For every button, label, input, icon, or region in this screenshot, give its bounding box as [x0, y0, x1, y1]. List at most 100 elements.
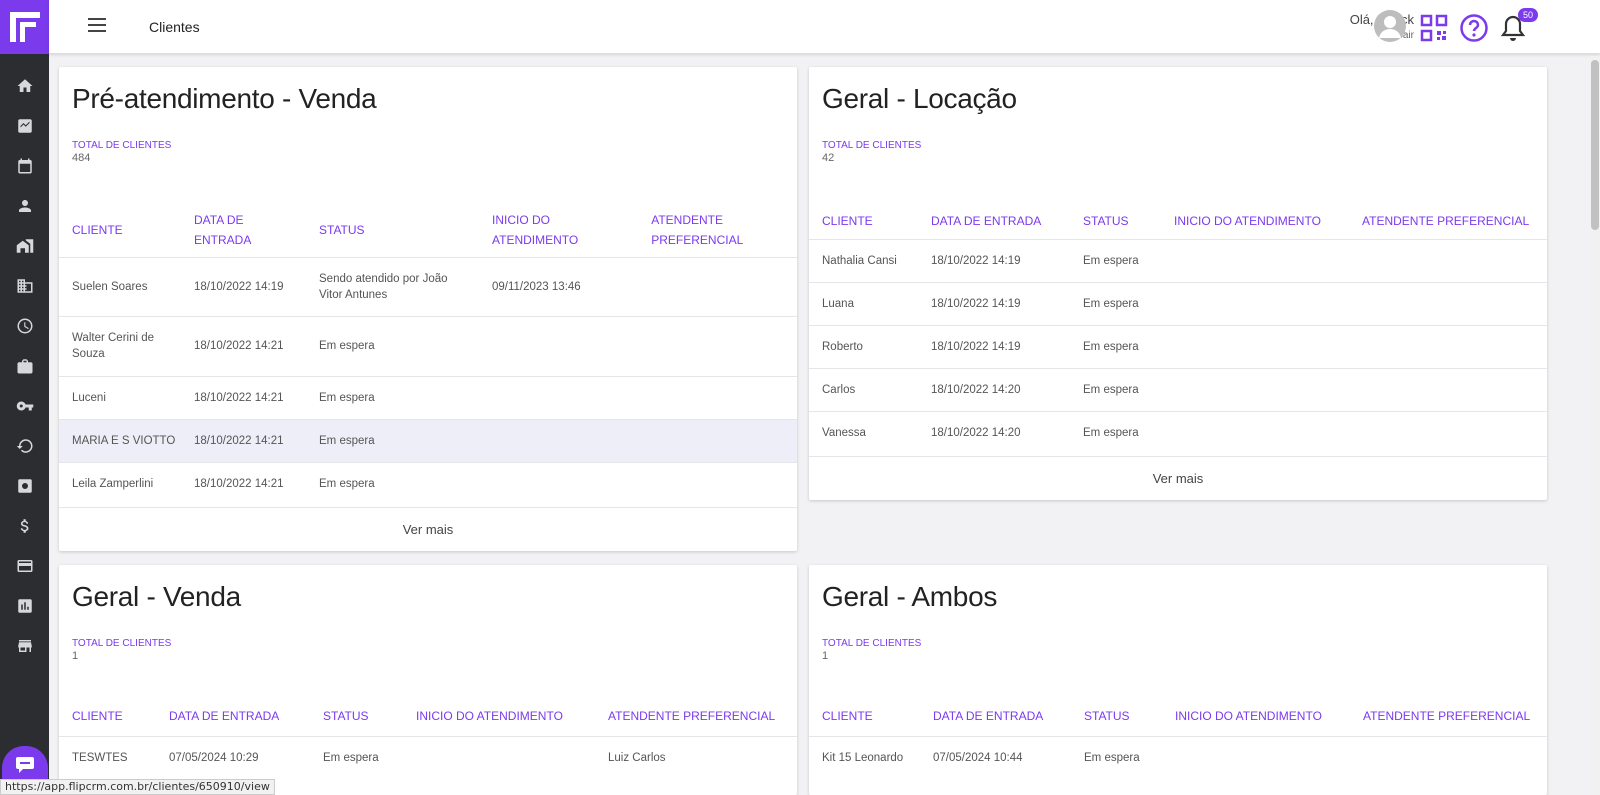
- col-atendente[interactable]: ATENDENTE PREFERENCIAL: [595, 696, 797, 736]
- cell-status: Sendo atendido por João Vitor Antunes: [306, 256, 479, 316]
- col-data-entrada[interactable]: DATA DE ENTRADA: [920, 696, 1071, 736]
- nav-store[interactable]: [0, 626, 49, 666]
- nav-dashboard[interactable]: [0, 106, 49, 146]
- col-data-entrada[interactable]: DATA DE ENTRADA: [181, 204, 306, 257]
- nav-calendar[interactable]: [0, 146, 49, 186]
- card-title: Pré-atendimento - Venda: [72, 83, 377, 114]
- user-avatar-icon: [1379, 16, 1401, 38]
- total-label: TOTAL DE CLIENTES: [822, 638, 922, 649]
- cell-status: Em espera: [306, 418, 479, 462]
- history-icon: [16, 439, 33, 453]
- nav-clients[interactable]: [0, 186, 49, 226]
- table-row[interactable]: TESWTES 07/05/2024 10:29 Em espera Luiz …: [59, 735, 797, 779]
- table-row[interactable]: Vanessa 18/10/2022 14:20 Em espera: [809, 410, 1547, 455]
- col-cliente[interactable]: CLIENTE: [59, 696, 156, 736]
- cell-atendente: [1349, 238, 1547, 282]
- table-row[interactable]: MARIA E S VIOTTO 18/10/2022 14:21 Em esp…: [59, 418, 797, 462]
- notification-count-badge: 50: [1518, 8, 1539, 22]
- cell-data: 18/10/2022 14:19: [918, 324, 1070, 368]
- cell-cliente: Leila Zamperlini: [59, 461, 181, 506]
- nav-business[interactable]: [0, 346, 49, 386]
- cell-atendente: [638, 375, 797, 419]
- table-row[interactable]: Carlos 18/10/2022 14:20 Em espera: [809, 367, 1547, 411]
- cell-status: Em espera: [1070, 324, 1161, 368]
- ver-mais-button[interactable]: Ver mais: [809, 456, 1547, 500]
- table-row[interactable]: Luana 18/10/2022 14:19 Em espera: [809, 281, 1547, 325]
- nav-properties[interactable]: [0, 226, 49, 266]
- cell-inicio: [1162, 735, 1350, 779]
- building-icon: [17, 279, 32, 293]
- cell-cliente: TESWTES: [59, 735, 156, 779]
- help-button[interactable]: [1459, 13, 1489, 43]
- nav-payments[interactable]: [0, 546, 49, 586]
- col-inicio[interactable]: INICIO DO ATENDIMENTO: [1162, 696, 1350, 736]
- table-row[interactable]: Walter Cerini de Souza 18/10/2022 14:21 …: [59, 315, 797, 376]
- col-status[interactable]: STATUS: [306, 204, 479, 257]
- cell-inicio: 09/11/2023 13:46: [479, 256, 639, 316]
- cell-inicio: [1161, 324, 1349, 368]
- col-data-entrada[interactable]: DATA DE ENTRADA: [156, 696, 310, 736]
- table-row[interactable]: Luceni 18/10/2022 14:21 Em espera: [59, 375, 797, 419]
- cell-data: 18/10/2022 14:21: [181, 418, 306, 462]
- col-status[interactable]: STATUS: [310, 696, 403, 736]
- person-icon: [18, 200, 31, 212]
- menu-toggle-button[interactable]: [88, 18, 106, 34]
- table-row[interactable]: Suelen Soares 18/10/2022 14:19 Sendo ate…: [59, 256, 797, 316]
- queue-card-geral-ambos: Geral - Ambos TOTAL DE CLIENTES 1 CLIENT…: [809, 565, 1547, 795]
- qr-code-button[interactable]: [1420, 14, 1448, 42]
- card-title: Geral - Venda: [72, 581, 241, 612]
- cell-cliente: Luceni: [59, 375, 181, 419]
- nav-reports[interactable]: [0, 586, 49, 626]
- col-atendente[interactable]: ATENDENTE PREFERENCIAL: [638, 204, 797, 257]
- cell-data: 18/10/2022 14:19: [918, 238, 1070, 282]
- hamburger-line: [88, 24, 106, 26]
- cell-atendente: Luiz Carlos: [595, 735, 797, 779]
- nav-buildings[interactable]: [0, 266, 49, 306]
- total-value: 484: [72, 152, 91, 164]
- col-status[interactable]: STATUS: [1070, 204, 1161, 239]
- col-atendente[interactable]: ATENDENTE PREFERENCIAL: [1350, 696, 1547, 736]
- nav-finance[interactable]: [0, 506, 49, 546]
- col-cliente[interactable]: CLIENTE: [809, 204, 918, 239]
- clients-table: CLIENTE DATA DE ENTRADA STATUS INICIO DO…: [59, 204, 797, 506]
- help-icon: [1460, 14, 1488, 42]
- cell-cliente: Suelen Soares: [59, 256, 181, 316]
- cell-cliente: Roberto: [809, 324, 918, 368]
- brand-logo[interactable]: [0, 0, 49, 54]
- nav-restore[interactable]: [0, 426, 49, 466]
- col-inicio[interactable]: INICIO DO ATENDIMENTO: [1161, 204, 1349, 239]
- table-row[interactable]: Kit 15 Leonardo 07/05/2024 10:44 Em espe…: [809, 735, 1547, 779]
- ver-mais-button[interactable]: Ver mais: [59, 507, 797, 551]
- col-cliente[interactable]: CLIENTE: [809, 696, 920, 736]
- cell-inicio: [479, 375, 639, 419]
- col-atendente[interactable]: ATENDENTE PREFERENCIAL: [1349, 204, 1547, 239]
- scrollbar-thumb[interactable]: [1591, 60, 1599, 230]
- page-scrollbar[interactable]: [1590, 56, 1600, 795]
- nav-home[interactable]: [0, 66, 49, 106]
- cell-atendente: [1350, 735, 1547, 779]
- col-status[interactable]: STATUS: [1071, 696, 1162, 736]
- clients-table: CLIENTE DATA DE ENTRADA STATUS INICIO DO…: [809, 696, 1547, 779]
- table-row[interactable]: Leila Zamperlini 18/10/2022 14:21 Em esp…: [59, 461, 797, 506]
- avatar[interactable]: [1374, 10, 1406, 42]
- cell-inicio: [1161, 238, 1349, 282]
- cell-data: 18/10/2022 14:21: [181, 375, 306, 419]
- nav-history[interactable]: [0, 306, 49, 346]
- store-icon: [17, 640, 32, 652]
- cell-atendente: [1349, 410, 1547, 455]
- queue-card-pre-venda: Pré-atendimento - Venda TOTAL DE CLIENTE…: [59, 67, 797, 551]
- clients-table: CLIENTE DATA DE ENTRADA STATUS INICIO DO…: [59, 696, 797, 779]
- cell-cliente: Nathalia Cansi: [809, 238, 918, 282]
- table-row[interactable]: Nathalia Cansi 18/10/2022 14:19 Em esper…: [809, 238, 1547, 282]
- chart-line-icon: [17, 119, 32, 133]
- col-inicio[interactable]: INICIO DO ATENDIMENTO: [403, 696, 595, 736]
- table-row[interactable]: Roberto 18/10/2022 14:19 Em espera: [809, 324, 1547, 368]
- card-title: Geral - Locação: [822, 83, 1017, 114]
- sidebar: [0, 0, 49, 795]
- col-data-entrada[interactable]: DATA DE ENTRADA: [918, 204, 1070, 239]
- col-inicio[interactable]: INICIO DO ATENDIMENTO: [479, 204, 638, 257]
- nav-settings[interactable]: [0, 466, 49, 506]
- cell-status: Em espera: [1070, 367, 1161, 411]
- nav-keys[interactable]: [0, 386, 49, 426]
- col-cliente[interactable]: CLIENTE: [59, 204, 181, 257]
